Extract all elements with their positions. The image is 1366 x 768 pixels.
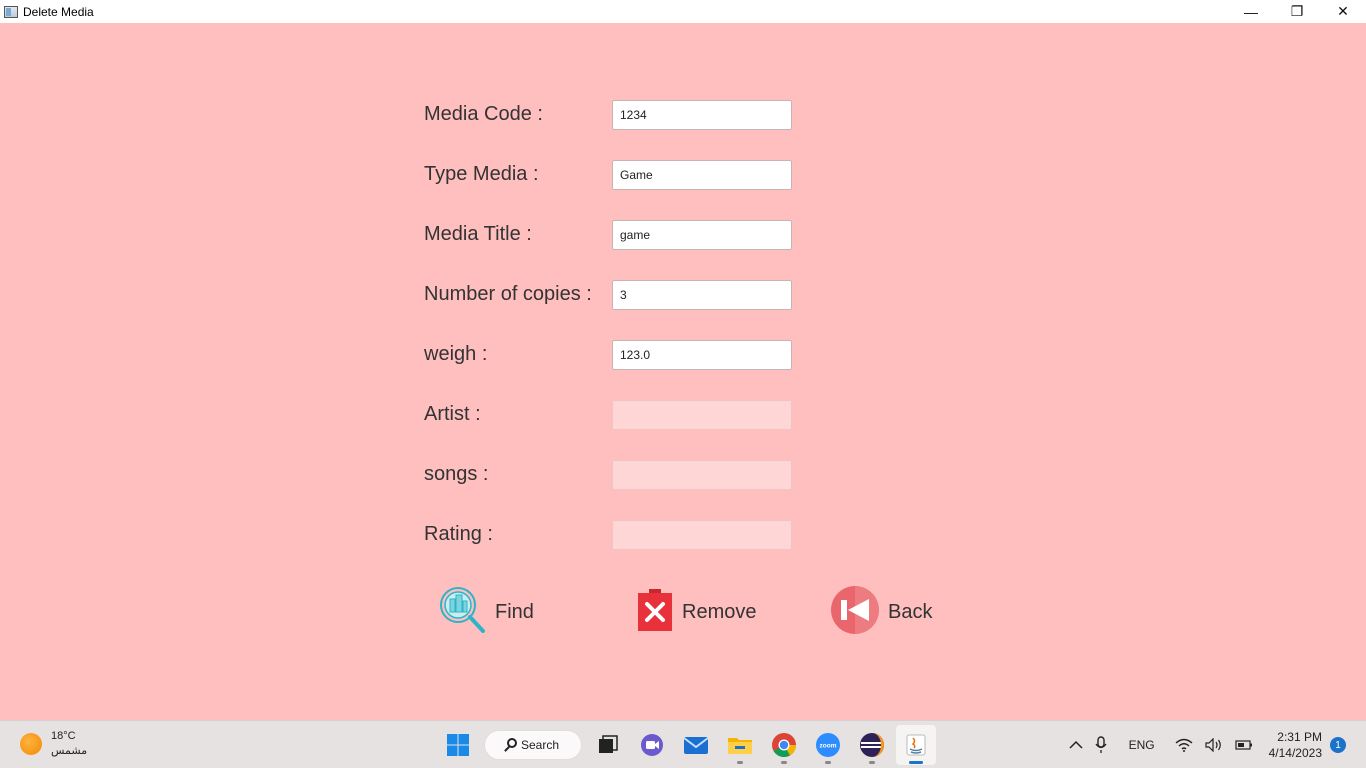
running-indicator xyxy=(869,761,875,764)
weather-widget[interactable]: 18°C مشمس xyxy=(20,729,87,759)
copies-input[interactable] xyxy=(612,280,792,310)
chrome-icon[interactable] xyxy=(764,725,804,765)
media-code-input[interactable] xyxy=(612,100,792,130)
close-button[interactable]: ✕ xyxy=(1320,0,1366,23)
rating-input xyxy=(612,520,792,550)
find-button[interactable]: Find xyxy=(437,586,534,638)
weigh-input[interactable] xyxy=(612,340,792,370)
zoom-icon-label: zoom xyxy=(820,743,837,750)
running-indicator xyxy=(737,761,743,764)
minimize-button[interactable]: — xyxy=(1228,0,1274,23)
copies-row: Number of copies : xyxy=(424,280,794,310)
remove-label: Remove xyxy=(682,600,757,623)
zoom-icon[interactable]: zoom xyxy=(808,725,848,765)
microphone-icon[interactable] xyxy=(1095,736,1107,754)
artist-row: Artist : xyxy=(424,400,794,430)
weigh-label: weigh : xyxy=(424,343,488,365)
file-explorer-icon[interactable] xyxy=(720,725,760,765)
sun-icon xyxy=(20,733,42,755)
type-media-input[interactable] xyxy=(612,160,792,190)
volume-icon[interactable] xyxy=(1205,738,1223,752)
type-media-label: Type Media : xyxy=(424,163,539,185)
windows-start-icon[interactable] xyxy=(438,725,478,765)
battery-icon[interactable] xyxy=(1235,739,1253,751)
window-titlebar: Delete Media — ❐ ✕ xyxy=(0,0,1366,23)
clock[interactable]: 2:31 PM 4/14/2023 xyxy=(1269,729,1322,761)
weather-description: مشمس xyxy=(51,745,88,757)
taskbar: 18°C مشمس Search zoom ENG 2:31 PM 4/14/2… xyxy=(0,720,1366,768)
skip-back-icon xyxy=(830,585,880,640)
app-icon xyxy=(4,5,18,18)
type-media-row: Type Media : xyxy=(424,160,794,190)
running-indicator xyxy=(825,761,831,764)
artist-input xyxy=(612,400,792,430)
media-title-row: Media Title : xyxy=(424,220,794,250)
taskbar-center: Search zoom xyxy=(438,725,940,765)
media-code-row: Media Code : xyxy=(424,100,794,130)
active-indicator xyxy=(909,761,923,764)
clock-date: 4/14/2023 xyxy=(1268,746,1322,760)
running-indicator xyxy=(781,761,787,764)
eclipse-icon[interactable] xyxy=(852,725,892,765)
system-tray: ENG 2:31 PM 4/14/2023 1 xyxy=(1063,721,1366,768)
media-title-label: Media Title : xyxy=(424,223,532,245)
notification-badge[interactable]: 1 xyxy=(1330,737,1346,753)
back-button[interactable]: Back xyxy=(830,585,933,640)
songs-input xyxy=(612,460,792,490)
clock-time: 2:31 PM xyxy=(1277,730,1322,744)
window-title: Delete Media xyxy=(23,4,94,19)
taskbar-search-label: Search xyxy=(521,738,560,752)
taskbar-search[interactable]: Search xyxy=(484,730,582,760)
language-indicator[interactable]: ENG xyxy=(1129,738,1155,752)
restore-button[interactable]: ❐ xyxy=(1274,0,1320,23)
task-view-icon[interactable] xyxy=(588,725,628,765)
wifi-icon[interactable] xyxy=(1175,738,1193,752)
rating-row: Rating : xyxy=(424,520,794,550)
chevron-up-icon[interactable] xyxy=(1069,740,1083,750)
mail-icon[interactable] xyxy=(676,725,716,765)
magnifier-icon xyxy=(437,585,487,640)
trash-delete-icon xyxy=(636,585,674,640)
back-label: Back xyxy=(888,600,933,623)
remove-button[interactable]: Remove xyxy=(636,586,756,638)
weather-temperature: 18°C xyxy=(51,730,76,742)
copies-label: Number of copies : xyxy=(424,283,592,305)
rating-label: Rating : xyxy=(424,523,493,545)
search-icon xyxy=(507,738,517,748)
songs-row: songs : xyxy=(424,460,794,490)
find-label: Find xyxy=(495,600,534,623)
weigh-row: weigh : xyxy=(424,340,794,370)
songs-label: songs : xyxy=(424,463,489,485)
media-title-input[interactable] xyxy=(612,220,792,250)
window-controls: — ❐ ✕ xyxy=(1228,0,1366,23)
media-code-label: Media Code : xyxy=(424,103,543,125)
artist-label: Artist : xyxy=(424,403,481,425)
chat-icon[interactable] xyxy=(632,725,672,765)
java-icon[interactable] xyxy=(896,725,936,765)
